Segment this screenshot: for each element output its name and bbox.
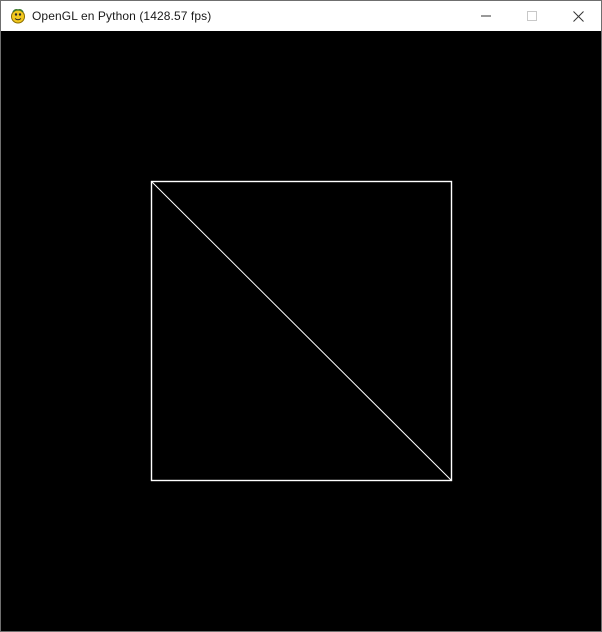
minimize-icon xyxy=(481,15,491,17)
window-controls xyxy=(463,1,601,31)
wireframe-scene xyxy=(150,180,453,482)
maximize-button[interactable] xyxy=(509,1,555,31)
opengl-viewport[interactable] xyxy=(1,31,601,631)
title-bar[interactable]: OpenGL en Python (1428.57 fps) xyxy=(1,1,601,31)
close-button[interactable] xyxy=(555,1,601,31)
window-title: OpenGL en Python (1428.57 fps) xyxy=(32,9,212,23)
pygame-snake-icon[interactable] xyxy=(10,8,26,24)
maximize-icon xyxy=(527,11,537,21)
close-icon xyxy=(572,10,584,22)
app-window: OpenGL en Python (1428.57 fps) xyxy=(0,0,602,632)
minimize-button[interactable] xyxy=(463,1,509,31)
diagonal-edge xyxy=(151,181,452,481)
